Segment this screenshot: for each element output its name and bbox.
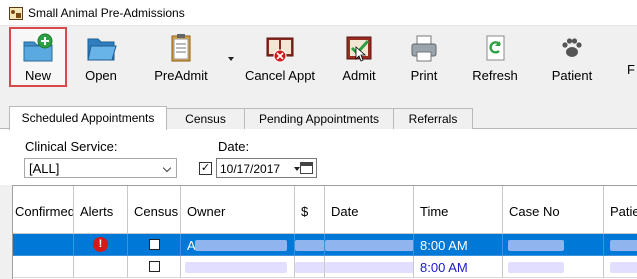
cell-confirmed (13, 256, 74, 278)
patient-button-label: Patient (551, 68, 593, 83)
admit-button-label: Admit (342, 68, 376, 83)
cell-census (128, 234, 181, 256)
open-folder-icon (87, 38, 117, 61)
printer-icon (411, 35, 437, 62)
refresh-button-label: Refresh (472, 68, 518, 83)
cell-amount (295, 234, 325, 256)
redacted-case-no (508, 240, 564, 251)
print-button-label: Print (410, 68, 438, 83)
tab-strip: Scheduled Appointments Census Pending Ap… (0, 106, 637, 130)
grid-header: Confirmed Alerts Census Owner $ Date Tim… (13, 186, 637, 234)
cell-patient (604, 256, 637, 278)
column-header-date[interactable]: Date (325, 186, 414, 234)
cell-alerts (74, 256, 128, 278)
cell-date (325, 234, 414, 256)
column-header-alerts[interactable]: Alerts (74, 186, 128, 234)
column-header-amount[interactable]: $ (295, 186, 325, 234)
cancel-appt-button[interactable]: Cancel Appt (240, 27, 320, 87)
preadmit-button[interactable]: PreAdmit (146, 27, 216, 87)
cell-owner (181, 256, 295, 278)
cancel-appt-button-label: Cancel Appt (244, 68, 316, 83)
redacted-date (325, 262, 413, 273)
date-checkbox[interactable]: ✓ (199, 162, 212, 175)
cell-census (128, 256, 181, 278)
redacted-patient (610, 262, 637, 273)
cell-time: 8:00 AM (414, 234, 503, 256)
redacted-amount (295, 262, 324, 273)
title-bar: Small Animal Pre-Admissions (0, 0, 637, 26)
cell-confirmed (13, 234, 74, 256)
patient-button[interactable]: Patient (544, 27, 600, 87)
cell-owner: A (181, 234, 295, 256)
book-cancel-icon (266, 37, 294, 63)
tab-census[interactable]: Census (166, 108, 245, 129)
column-header-case-no[interactable]: Case No (503, 186, 604, 234)
cell-amount (295, 256, 325, 278)
redacted-amount (295, 240, 324, 251)
alert-icon[interactable]: ! (93, 237, 108, 252)
date-label: Date: (218, 139, 250, 154)
folder-plus-icon (23, 33, 53, 62)
column-header-patient[interactable]: Patie (604, 186, 637, 234)
cell-case-no (503, 234, 604, 256)
admit-check-icon (346, 36, 372, 62)
table-row[interactable]: 8:00 AM (13, 256, 637, 278)
toolbar: New Open PreAdmit Cancel Appt Admit Prin… (0, 27, 637, 91)
tab-scheduled-appointments[interactable]: Scheduled Appointments (9, 106, 167, 130)
toolbar-overflow-label[interactable]: F (627, 62, 635, 77)
new-button-label: New (24, 68, 51, 83)
clinical-service-value: [ALL] (29, 161, 60, 176)
column-header-time[interactable]: Time (414, 186, 503, 234)
column-header-owner[interactable]: Owner (181, 186, 295, 234)
cell-case-no (503, 256, 604, 278)
census-checkbox[interactable] (149, 239, 160, 250)
refresh-button[interactable]: Refresh (466, 27, 524, 87)
filter-panel: Clinical Service: [ALL] Date: ✓ 10/17/20… (0, 129, 637, 185)
cell-time: 8:00 AM (414, 256, 503, 278)
cell-patient (604, 234, 637, 256)
paw-icon (562, 38, 582, 57)
cell-alerts: ! (74, 234, 128, 256)
app-icon (9, 7, 23, 20)
table-row[interactable]: ! A 8:00 AM (13, 234, 637, 256)
tab-referrals[interactable]: Referrals (393, 108, 473, 129)
redacted-date (325, 240, 413, 251)
appointments-grid: Confirmed Alerts Census Owner $ Date Tim… (12, 185, 637, 279)
window-title: Small Animal Pre-Admissions (28, 6, 185, 20)
chevron-down-icon (162, 163, 172, 173)
cell-date (325, 256, 414, 278)
clinical-service-label: Clinical Service: (25, 139, 118, 154)
redacted-patient (610, 240, 637, 251)
print-button[interactable]: Print (402, 27, 446, 87)
open-button[interactable]: Open (76, 27, 126, 87)
tab-pending-appointments[interactable]: Pending Appointments (244, 108, 394, 129)
clipboard-icon (171, 34, 191, 62)
redacted-case-no (508, 262, 564, 273)
redacted-owner (185, 262, 287, 273)
census-checkbox[interactable] (149, 261, 160, 272)
open-button-label: Open (85, 68, 117, 83)
date-picker[interactable]: 10/17/2017 (216, 158, 317, 178)
column-header-confirmed[interactable]: Confirmed (13, 186, 74, 234)
column-header-census[interactable]: Census (128, 186, 181, 234)
preadmit-dropdown-arrow[interactable] (228, 57, 234, 61)
new-button[interactable]: New (9, 27, 67, 87)
admit-button[interactable]: Admit (336, 27, 382, 87)
refresh-icon (486, 35, 505, 61)
preadmit-button-label: PreAdmit (154, 68, 208, 83)
calendar-icon (300, 162, 313, 174)
redacted-owner (195, 240, 287, 251)
clinical-service-select[interactable]: [ALL] (24, 158, 177, 178)
date-value: 10/17/2017 (220, 162, 281, 176)
